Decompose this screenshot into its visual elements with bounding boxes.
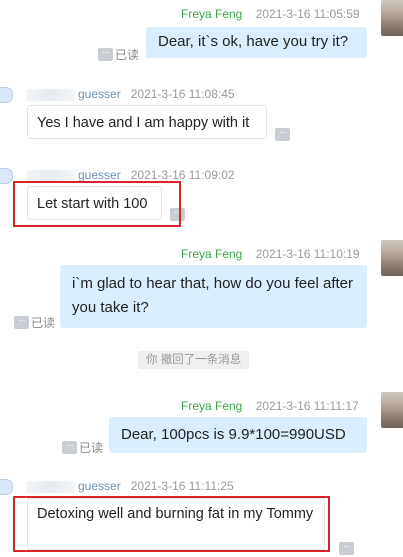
read-receipt: ··· 已读: [62, 439, 103, 456]
timestamp: 2021-3-16 11:09:02: [130, 168, 235, 182]
read-status: 已读: [79, 441, 104, 455]
blurred-name: [26, 89, 76, 101]
guesser-avatar[interactable]: [0, 479, 13, 495]
sender-name: Freya Feng: [181, 247, 243, 261]
blurred-name: [26, 481, 76, 493]
message-header: guesser 2021-3-16 11:09:02: [78, 168, 235, 182]
message-bubble-sent[interactable]: i`m glad to hear that, how do you feel a…: [60, 265, 367, 328]
timestamp: 2021-3-16 11:05:59: [255, 7, 360, 21]
timestamp: 2021-3-16 11:08:45: [130, 87, 235, 101]
sender-name: Freya Feng: [181, 7, 243, 21]
read-receipt: ··· 已读: [14, 314, 55, 331]
timestamp: 2021-3-16 11:10:19: [255, 247, 360, 261]
recall-notice: 你 撤回了一条消息: [138, 351, 250, 369]
message-header: Freya Feng 2021-3-16 11:05:59: [181, 7, 360, 21]
read-receipt: ··· 已读: [98, 46, 139, 63]
highlight-box: [13, 181, 181, 227]
sender-name: guesser: [78, 87, 121, 101]
highlight-box: [13, 496, 330, 552]
freya-avatar[interactable]: [381, 392, 403, 428]
guesser-avatar[interactable]: [0, 168, 13, 184]
read-status: 已读: [115, 48, 140, 62]
read-status: 已读: [31, 316, 56, 330]
freya-avatar[interactable]: [381, 240, 403, 276]
message-bubble-sent[interactable]: Dear, 100pcs is 9.9*100=990USD: [109, 417, 367, 453]
more-options-icon[interactable]: ···: [339, 542, 354, 555]
message-header: guesser 2021-3-16 11:08:45: [78, 87, 235, 101]
timestamp: 2021-3-16 11:11:17: [255, 399, 359, 413]
more-options-icon[interactable]: ···: [275, 128, 290, 141]
message-bubble-received[interactable]: Yes I have and I am happy with it: [27, 105, 267, 139]
sender-name: Freya Feng: [181, 399, 243, 413]
more-options-icon[interactable]: ···: [98, 48, 113, 61]
more-options-icon[interactable]: ···: [62, 441, 77, 454]
sender-name: guesser: [78, 479, 121, 493]
sender-name: guesser: [78, 168, 121, 182]
message-bubble-sent[interactable]: Dear, it`s ok, have you try it?: [146, 27, 367, 58]
guesser-avatar[interactable]: [0, 87, 13, 103]
message-header: guesser 2021-3-16 11:11:25: [78, 479, 234, 493]
message-header: Freya Feng 2021-3-16 11:10:19: [181, 247, 360, 261]
freya-avatar[interactable]: [381, 0, 403, 36]
timestamp: 2021-3-16 11:11:25: [130, 479, 234, 493]
more-options-icon[interactable]: ···: [14, 316, 29, 329]
message-header: Freya Feng 2021-3-16 11:11:17: [181, 399, 359, 413]
